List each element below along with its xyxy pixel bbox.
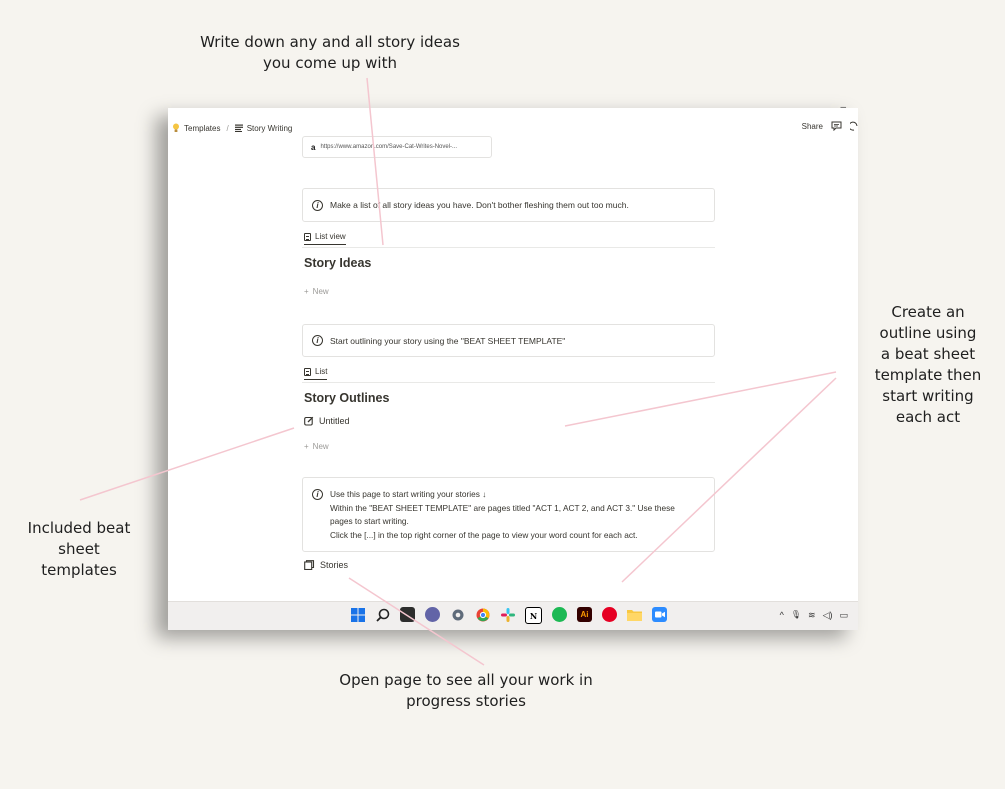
title-bar: Templates / Story Writing Share	[168, 108, 858, 144]
info-icon: i	[312, 489, 323, 500]
annotation-story-ideas: Write down any and all story ideas you c…	[200, 33, 460, 72]
heading-story-ideas: Story Ideas	[304, 256, 372, 270]
tab-list[interactable]: List	[304, 367, 328, 380]
callout-stories-line: Use this page to start writing your stor…	[330, 489, 487, 499]
notion-window: – Templates / Story Writing Share a http…	[168, 102, 858, 630]
teams-chat-icon[interactable]	[425, 607, 440, 622]
callout-ideas-text: Make a list of all story ideas you have.…	[330, 200, 629, 210]
callout-stories-line: Click the [...] in the top right corner …	[330, 529, 638, 540]
microphone-icon[interactable]: 🎙	[791, 610, 801, 621]
view-tabs-outlines: List	[302, 364, 715, 383]
page-untitled[interactable]: Untitled	[304, 416, 350, 426]
page-stack-icon	[304, 560, 315, 570]
zoom-icon[interactable]	[652, 607, 667, 622]
annotation-progress: Open page to see all your work in progre…	[339, 671, 593, 710]
amazon-icon: a	[311, 142, 316, 152]
new-label: New	[312, 287, 329, 296]
callout-stories-line: Within the "BEAT SHEET TEMPLATE" are pag…	[330, 502, 675, 513]
annotation-beat-sheet: Included beat sheet templates	[27, 519, 131, 579]
list-view-icon	[304, 232, 311, 241]
text-lines-icon	[234, 124, 243, 132]
pinterest-icon[interactable]	[602, 607, 617, 622]
chevron-up-icon[interactable]: ^	[780, 610, 784, 621]
breadcrumb-templates[interactable]: Templates	[184, 124, 220, 133]
stories-label: Stories	[320, 560, 349, 570]
callout-stories-text: Use this page to start writing your stor…	[330, 488, 675, 551]
taskbar-apps: N Ai	[350, 607, 667, 624]
chrome-icon[interactable]	[475, 607, 490, 622]
comment-icon[interactable]	[831, 121, 842, 131]
share-button[interactable]: Share	[802, 122, 823, 131]
callout-stories-line: pages to start writing.	[330, 516, 409, 526]
top-actions: Share	[802, 121, 858, 131]
spotify-icon[interactable]	[552, 607, 567, 622]
new-label: New	[312, 442, 329, 451]
callout-outline-text: Start outlining your story using the "BE…	[330, 335, 566, 346]
callout-ideas: i Make a list of all story ideas you hav…	[302, 188, 715, 222]
list-icon	[304, 367, 311, 376]
lightbulb-icon	[173, 123, 179, 132]
callout-outline: i Start outlining your story using the "…	[302, 324, 715, 357]
windows-start-icon[interactable]	[350, 607, 365, 622]
file-explorer-dark-icon[interactable]	[400, 607, 415, 622]
plus-icon: +	[304, 287, 309, 296]
notion-icon[interactable]: N	[525, 607, 542, 624]
tab-list-view[interactable]: List view	[304, 232, 346, 245]
settings-icon[interactable]	[450, 607, 465, 622]
tab-list-label: List	[315, 367, 328, 376]
edit-icon	[304, 416, 314, 426]
annotation-outline: Create an outline using a beat sheet tem…	[874, 303, 982, 426]
volume-icon[interactable]: ◁)	[823, 610, 833, 621]
link-bookmark[interactable]: a https://www.amazon.com/Save-Cat-Writes…	[302, 136, 492, 158]
system-tray: ^ 🎙 ≋ ◁) ▭	[780, 610, 848, 621]
info-icon: i	[312, 335, 323, 346]
new-button-outlines[interactable]: + New	[304, 442, 329, 451]
new-button-ideas[interactable]: + New	[304, 287, 329, 296]
taskbar: N Ai ^ 🎙 ≋ ◁) ▭	[168, 601, 858, 630]
search-icon[interactable]	[375, 607, 390, 622]
history-icon[interactable]	[850, 121, 858, 131]
wifi-icon[interactable]: ≋	[808, 610, 816, 621]
adobe-icon[interactable]: Ai	[577, 607, 592, 622]
link-url: https://www.amazon.com/Save-Cat-Writes-N…	[320, 144, 458, 150]
page-stories[interactable]: Stories	[304, 560, 348, 570]
battery-icon[interactable]: ▭	[839, 610, 848, 621]
untitled-label: Untitled	[319, 416, 350, 426]
plus-icon: +	[304, 442, 309, 451]
tab-list-view-label: List view	[315, 232, 346, 241]
callout-stories: i Use this page to start writing your st…	[302, 477, 715, 552]
slack-icon[interactable]	[500, 607, 515, 622]
info-icon: i	[312, 199, 323, 211]
folder-icon[interactable]	[627, 607, 642, 622]
heading-story-outlines: Story Outlines	[304, 391, 390, 405]
breadcrumb: Templates / Story Writing	[172, 123, 292, 133]
breadcrumb-separator: /	[226, 123, 229, 133]
breadcrumb-story-writing[interactable]: Story Writing	[247, 124, 293, 133]
view-tabs-ideas: List view	[302, 229, 715, 248]
